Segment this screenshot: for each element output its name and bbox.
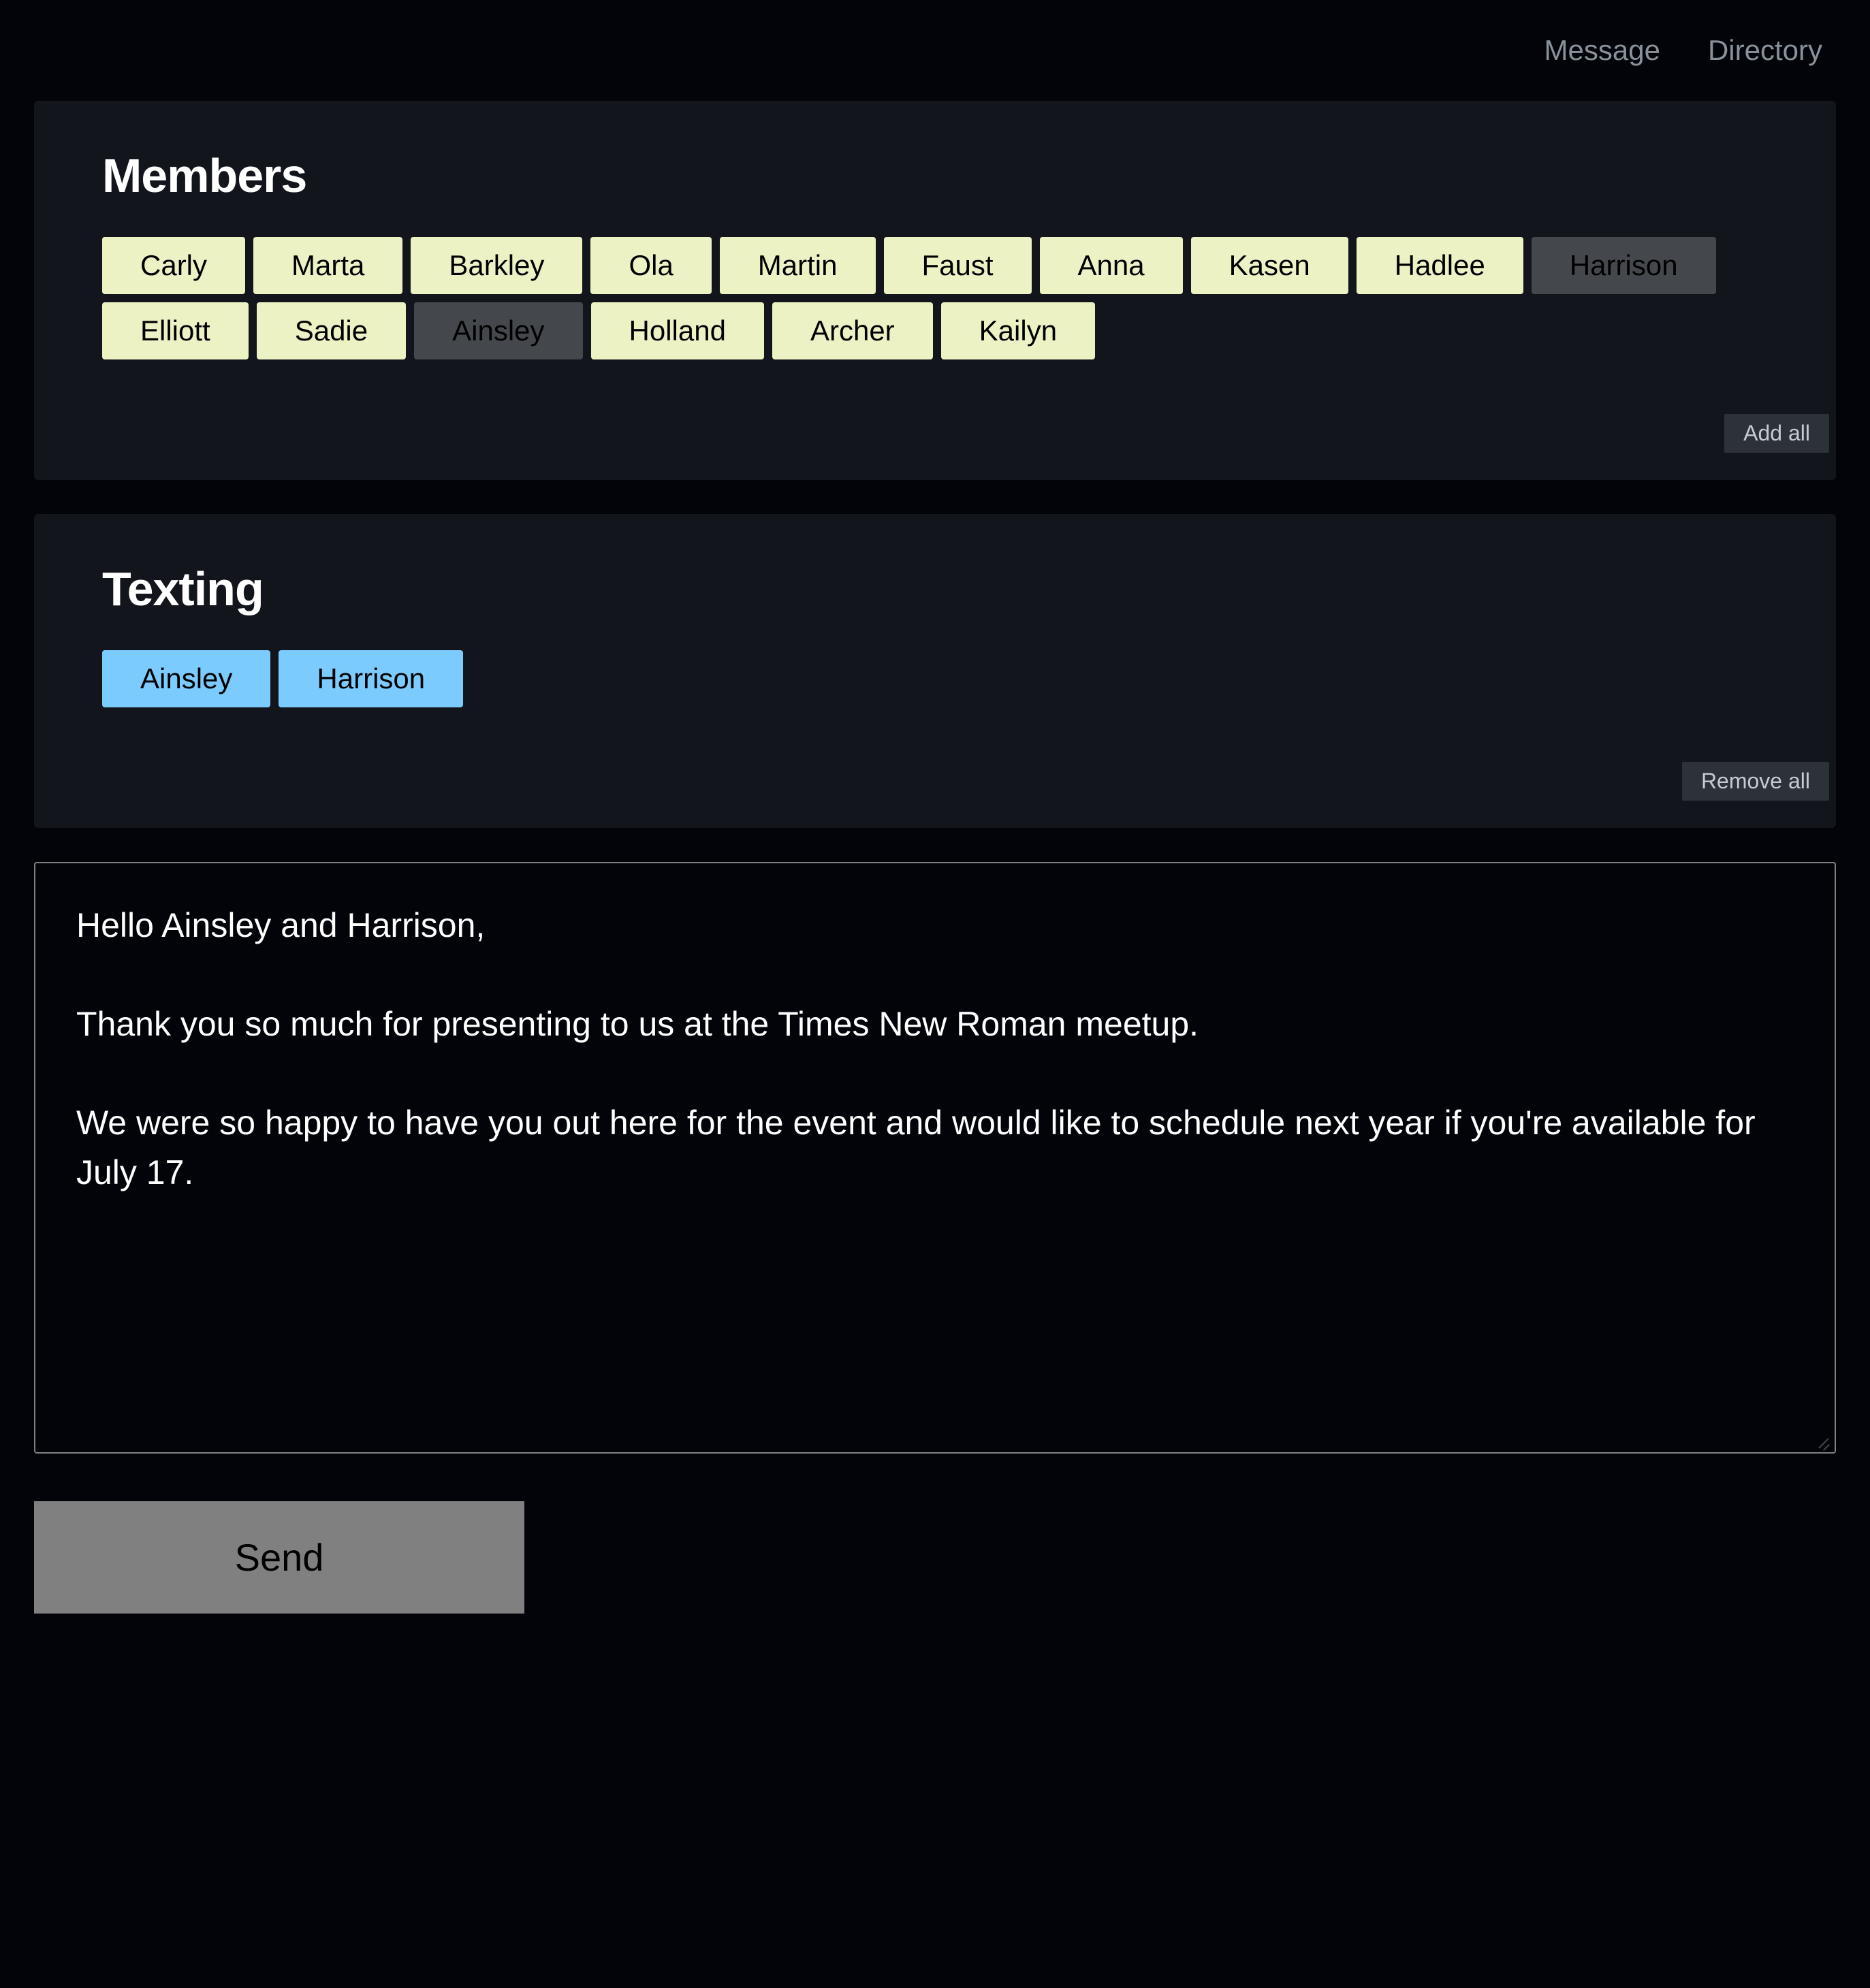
members-panel: Members CarlyMartaBarkleyOlaMartinFaustA… xyxy=(34,101,1836,480)
member-chip[interactable]: Ola xyxy=(590,237,711,294)
remove-all-button[interactable]: Remove all xyxy=(1682,762,1829,801)
texting-panel: Texting AinsleyHarrison Remove all xyxy=(34,514,1836,828)
send-button[interactable]: Send xyxy=(34,1501,524,1614)
member-chip[interactable]: Holland xyxy=(591,302,764,359)
message-textarea[interactable] xyxy=(76,901,1794,1411)
member-chip[interactable]: Faust xyxy=(884,237,1032,294)
member-chip[interactable]: Archer xyxy=(772,302,933,359)
member-chip[interactable]: Carly xyxy=(102,237,245,294)
texting-chip[interactable]: Harrison xyxy=(279,650,463,707)
compose-area[interactable] xyxy=(34,862,1836,1454)
member-chip[interactable]: Sadie xyxy=(257,302,406,359)
members-chip-list: CarlyMartaBarkleyOlaMartinFaustAnnaKasen… xyxy=(102,237,1768,359)
members-title: Members xyxy=(102,148,1768,203)
member-chip[interactable]: Marta xyxy=(253,237,402,294)
member-chip[interactable]: Harrison xyxy=(1532,237,1716,294)
texting-chip[interactable]: Ainsley xyxy=(102,650,270,707)
resize-handle-icon[interactable] xyxy=(1814,1432,1831,1448)
add-all-button[interactable]: Add all xyxy=(1724,414,1829,453)
nav-message[interactable]: Message xyxy=(1544,34,1660,67)
member-chip[interactable]: Anna xyxy=(1040,237,1183,294)
member-chip[interactable]: Martin xyxy=(720,237,876,294)
member-chip[interactable]: Kasen xyxy=(1191,237,1348,294)
member-chip[interactable]: Barkley xyxy=(411,237,582,294)
member-chip[interactable]: Ainsley xyxy=(414,302,582,359)
member-chip[interactable]: Hadlee xyxy=(1357,237,1523,294)
member-chip[interactable]: Kailyn xyxy=(941,302,1095,359)
nav-directory[interactable]: Directory xyxy=(1708,34,1822,67)
texting-chip-list: AinsleyHarrison xyxy=(102,650,1768,707)
member-chip[interactable]: Elliott xyxy=(102,302,249,359)
texting-title: Texting xyxy=(102,562,1768,616)
top-nav: Message Directory xyxy=(34,34,1836,101)
